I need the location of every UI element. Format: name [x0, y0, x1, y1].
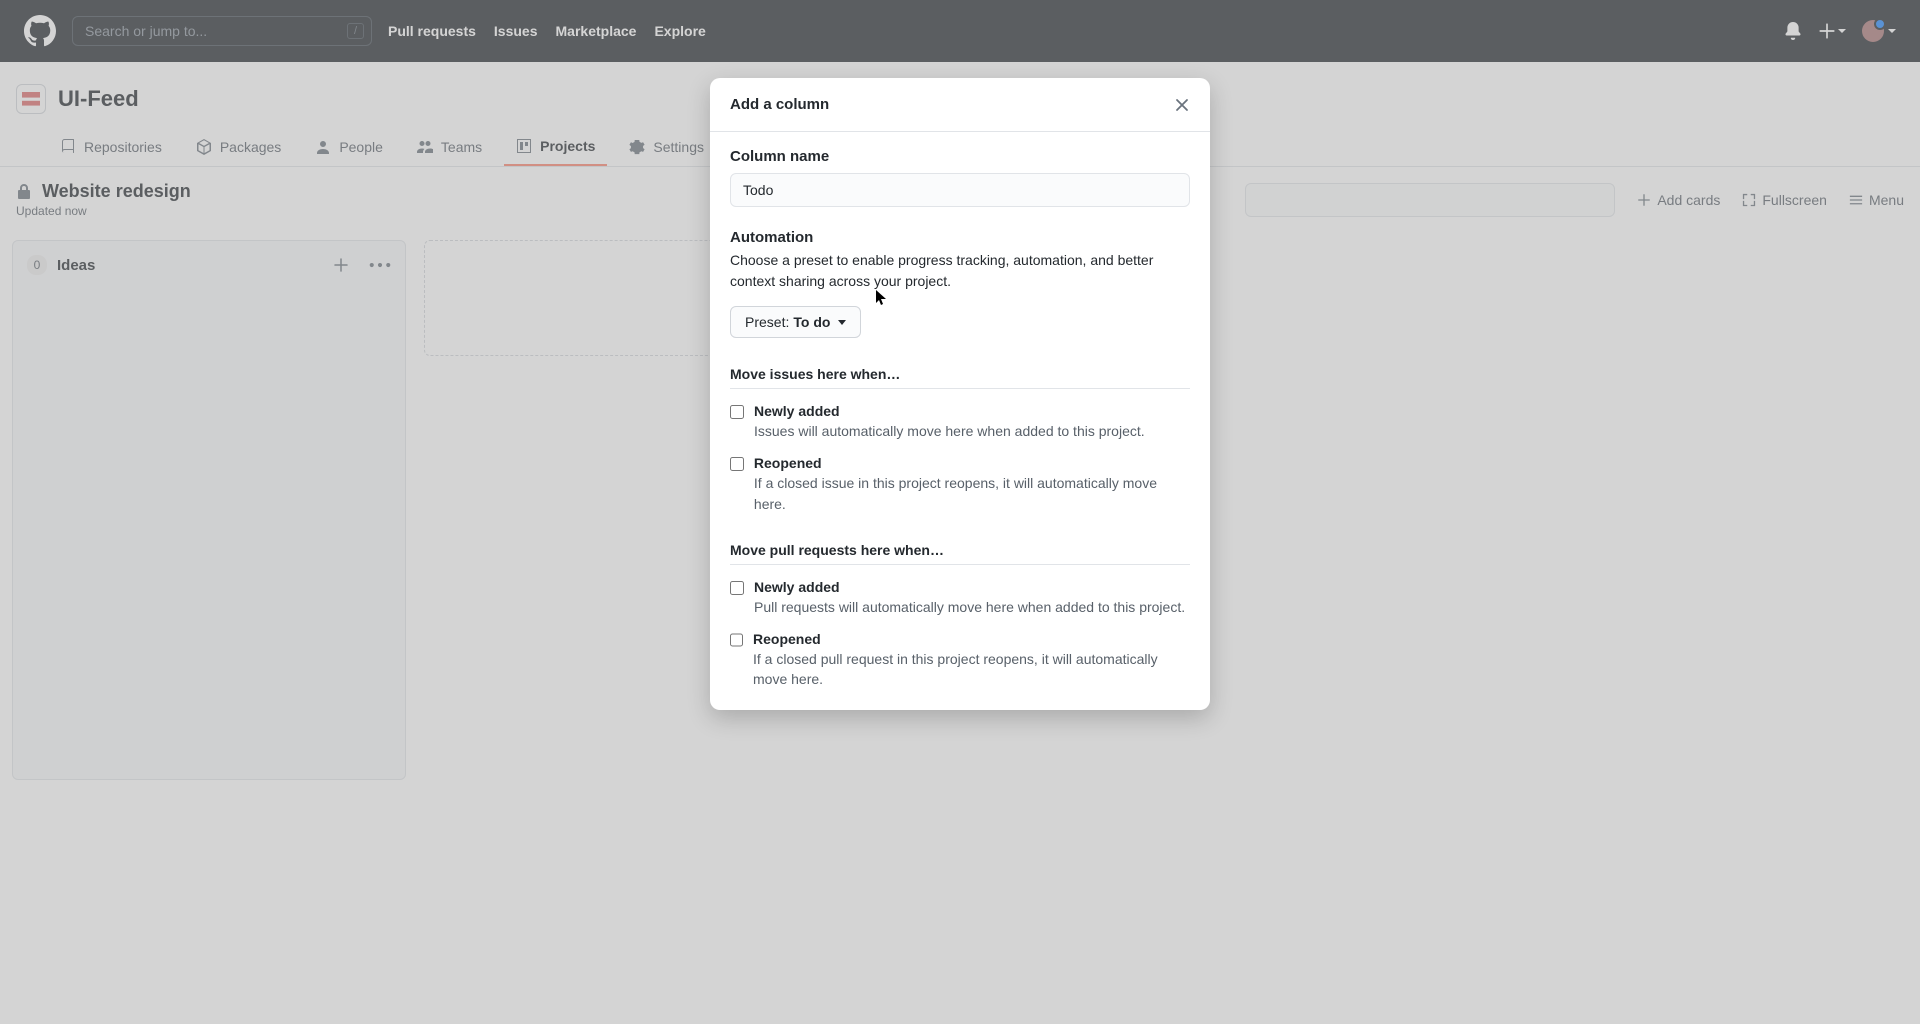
rule-title: Reopened [753, 631, 1190, 647]
rule-description: If a closed issue in this project reopen… [754, 473, 1190, 514]
rule-issue-reopened: Reopened If a closed issue in this proje… [730, 455, 1190, 514]
preset-dropdown[interactable]: Preset: To do [730, 306, 861, 338]
column-name-input[interactable] [730, 173, 1190, 207]
add-column-modal: Add a column Column name Automation Choo… [710, 78, 1210, 710]
preset-value: To do [793, 314, 830, 330]
rule-pr-reopened: Reopened If a closed pull request in thi… [730, 631, 1190, 690]
automation-description: Choose a preset to enable progress track… [730, 250, 1190, 292]
caret-down-icon [838, 320, 846, 325]
rule-description: Pull requests will automatically move he… [754, 597, 1185, 617]
rule-pr-newly-added: Newly added Pull requests will automatic… [730, 579, 1190, 617]
rule-issue-newly-added: Newly added Issues will automatically mo… [730, 403, 1190, 441]
modal-body[interactable]: Column name Automation Choose a preset t… [710, 132, 1210, 710]
checkbox-pr-newly-added[interactable] [730, 581, 744, 595]
close-icon[interactable] [1174, 97, 1190, 113]
modal-title: Add a column [730, 96, 829, 113]
automation-heading: Automation [730, 229, 1190, 246]
rule-description: If a closed pull request in this project… [753, 649, 1190, 690]
rule-description: Issues will automatically move here when… [754, 421, 1145, 441]
move-issues-heading: Move issues here when… [730, 366, 1190, 389]
preset-prefix: Preset: [745, 314, 789, 330]
rule-title: Newly added [754, 579, 1185, 595]
checkbox-pr-reopened[interactable] [730, 633, 743, 647]
rule-title: Newly added [754, 403, 1145, 419]
checkbox-issue-newly-added[interactable] [730, 405, 744, 419]
move-prs-heading: Move pull requests here when… [730, 542, 1190, 565]
checkbox-issue-reopened[interactable] [730, 457, 744, 471]
rule-title: Reopened [754, 455, 1190, 471]
column-name-label: Column name [730, 148, 1190, 165]
